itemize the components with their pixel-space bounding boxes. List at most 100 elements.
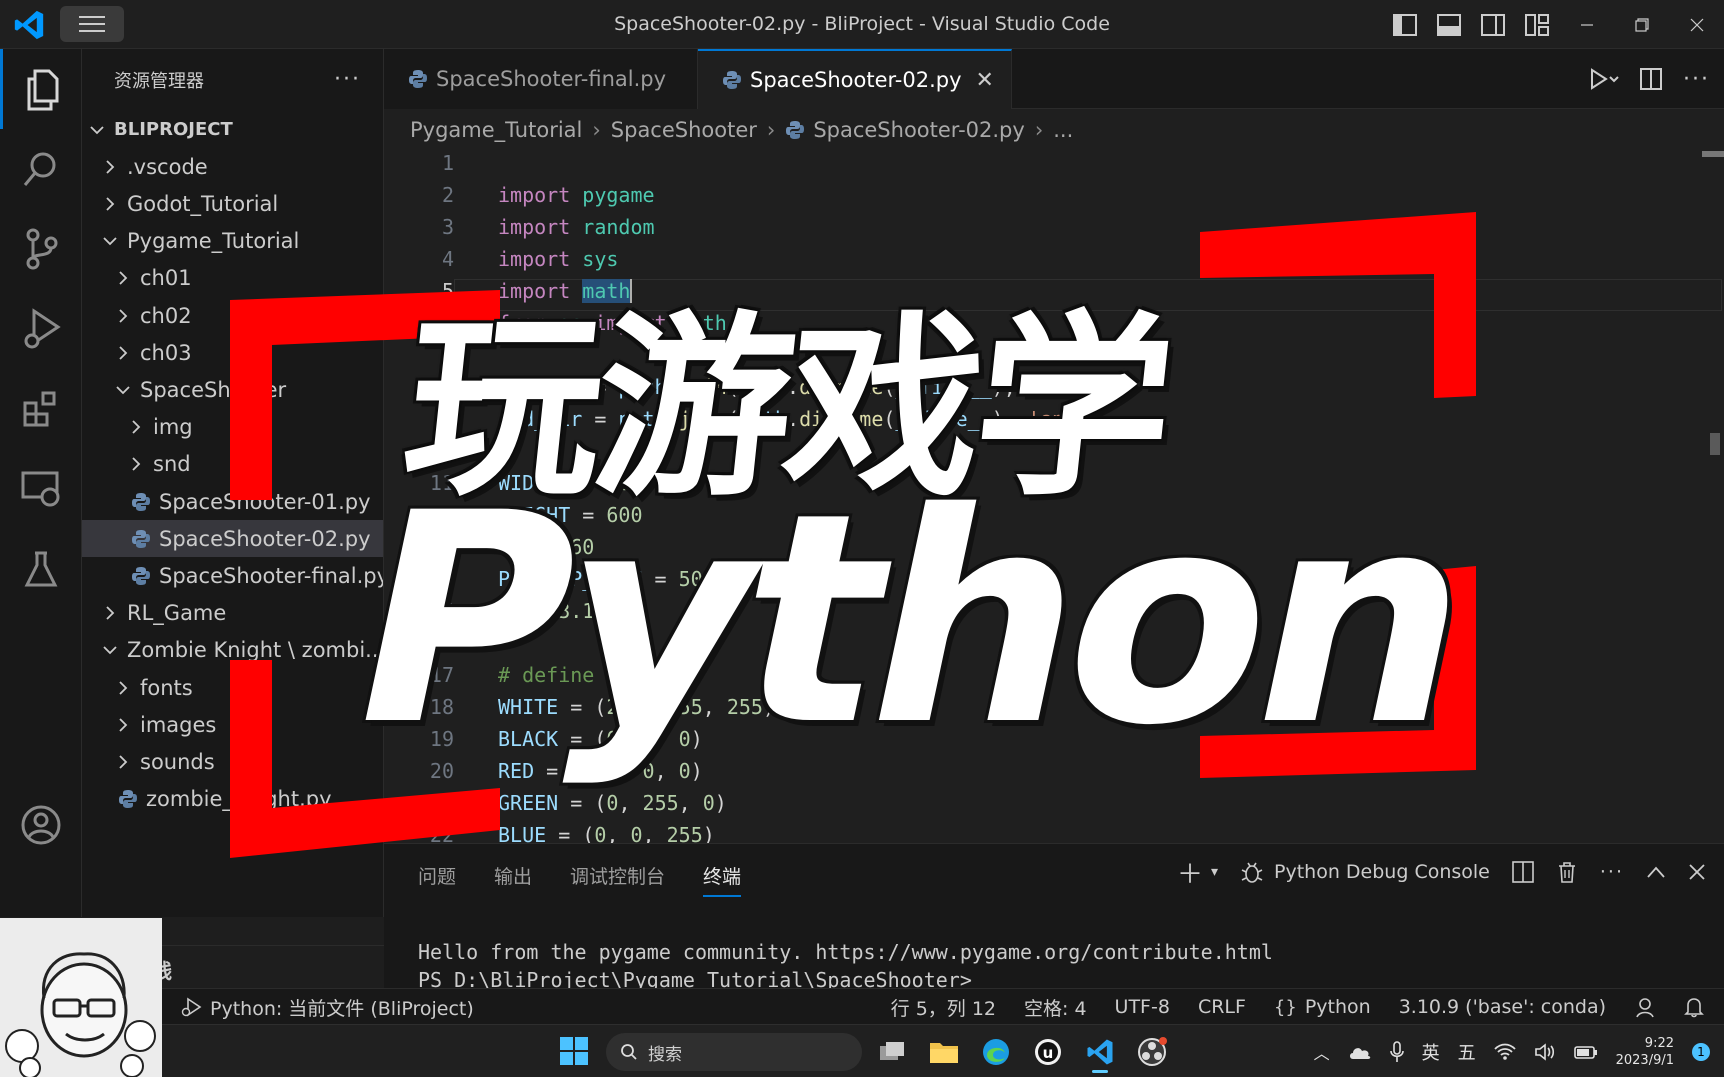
tree-folder-item[interactable]: SpaceShooter — [82, 371, 383, 408]
tree-folder-item[interactable]: .vscode — [82, 148, 383, 185]
tree-item-label: sounds — [140, 749, 215, 774]
minimize-button[interactable] — [1559, 0, 1614, 49]
tree-folder-item[interactable]: ch03 — [82, 334, 383, 371]
windows-start-button[interactable] — [560, 1037, 588, 1065]
explorer-activity[interactable] — [0, 49, 82, 129]
tree-folder-item[interactable]: sounds — [82, 743, 383, 780]
search-placeholder: 搜索 — [648, 1044, 682, 1065]
tree-folder-item[interactable]: fonts — [82, 669, 383, 706]
microphone-icon[interactable] — [1389, 1040, 1404, 1063]
tab-close-icon[interactable]: ✕ — [976, 68, 994, 93]
chevron-up-icon[interactable]: ︿ — [1314, 1040, 1330, 1064]
panel-more-actions-button[interactable]: ··· — [1600, 861, 1624, 883]
braces-icon: {} — [1273, 996, 1297, 1018]
tree-folder-item[interactable]: Pygame_Tutorial — [82, 223, 383, 260]
split-terminal-button[interactable] — [1512, 861, 1534, 883]
toggle-primary-sidebar-button[interactable] — [1383, 0, 1427, 49]
maximize-panel-button[interactable] — [1646, 865, 1666, 879]
terminal-instance-label[interactable]: Python Debug Console — [1274, 861, 1490, 883]
code-line: PI = 3.1415 — [498, 599, 631, 623]
run-python-file-button[interactable] — [1589, 67, 1619, 91]
code-editor[interactable]: 1 2 3 4 5 6 7 8 9 10 11 12 13 14 15 16 17 18 19 20 21 22 impo… — [384, 151, 1724, 843]
toggle-panel-button[interactable] — [1427, 0, 1471, 49]
extensions-activity[interactable] — [0, 369, 82, 449]
taskbar-search[interactable]: 搜索 — [606, 1033, 862, 1071]
python-file-icon — [723, 71, 741, 89]
tab-problems[interactable]: 问题 — [418, 862, 456, 897]
eol-status[interactable]: CRLF — [1198, 996, 1246, 1018]
tree-folder-item[interactable]: RL_Game — [82, 595, 383, 632]
more-actions-button[interactable]: ··· — [334, 67, 361, 92]
close-window-button[interactable] — [1669, 0, 1724, 49]
sidebar-layout-icon — [1393, 13, 1417, 36]
ime-language[interactable]: 英 — [1422, 1039, 1440, 1065]
onedrive-icon[interactable] — [1348, 1044, 1372, 1060]
restore-button[interactable] — [1614, 0, 1669, 49]
ime-mode[interactable]: 五 — [1458, 1039, 1476, 1065]
line-number: 13 — [429, 535, 454, 559]
interpreter-status[interactable]: 3.10.9 ('base': conda) — [1399, 996, 1606, 1018]
debug-bug-icon — [1241, 862, 1263, 883]
tree-folder-item[interactable]: Zombie Knight \ zombi... — [82, 632, 383, 669]
tree-root-item[interactable]: BLIPROJECT — [82, 111, 383, 148]
battery-icon[interactable] — [1573, 1044, 1598, 1060]
obs-app[interactable] — [1132, 1033, 1172, 1071]
new-terminal-button[interactable]: ＋ — [1177, 854, 1203, 891]
editor-more-actions-button[interactable]: ··· — [1683, 67, 1710, 92]
tree-file-item[interactable]: SpaceShooter-01.py — [82, 483, 383, 520]
search-activity[interactable] — [0, 129, 82, 209]
testing-activity[interactable] — [0, 529, 82, 609]
clock-date: 2023/9/1 — [1615, 1052, 1674, 1068]
run-debug-activity[interactable] — [0, 289, 82, 369]
tab-spaceshooter-02[interactable]: SpaceShooter-02.py ✕ — [698, 49, 1012, 109]
encoding-status[interactable]: UTF-8 — [1115, 996, 1170, 1018]
tree-file-item[interactable]: zombie_knight.py — [82, 781, 383, 818]
tree-file-item[interactable]: SpaceShooter-final.py — [82, 557, 384, 594]
task-view-button[interactable] — [872, 1033, 912, 1071]
tree-folder-item[interactable]: ch02 — [82, 297, 383, 334]
remote-explorer-activity[interactable] — [0, 449, 82, 529]
breadcrumb-item[interactable]: SpaceShooter — [611, 118, 757, 142]
breadcrumb-item[interactable]: Pygame_Tutorial — [410, 118, 582, 142]
breadcrumb-item[interactable]: ... — [1053, 118, 1073, 142]
close-panel-button[interactable] — [1688, 863, 1706, 881]
tree-folder-item[interactable]: ch01 — [82, 260, 383, 297]
source-control-activity[interactable] — [0, 209, 82, 289]
tab-terminal[interactable]: 终端 — [703, 862, 742, 897]
unreal-engine-app[interactable]: u — [1028, 1033, 1068, 1071]
chevron-down-icon[interactable]: ▾ — [1211, 864, 1218, 880]
tree-file-item[interactable]: SpaceShooter-02.py — [82, 520, 383, 558]
menu-button[interactable] — [60, 6, 124, 42]
tree-item-label: SpaceShooter-final.py — [159, 563, 384, 588]
language-status[interactable]: {} Python — [1274, 996, 1371, 1018]
tab-spaceshooter-final[interactable]: SpaceShooter-final.py — [384, 49, 698, 109]
tree-folder-item[interactable]: snd — [82, 446, 383, 483]
wifi-icon[interactable] — [1493, 1043, 1516, 1061]
tab-output[interactable]: 输出 — [494, 862, 532, 897]
cursor-position[interactable]: 行 5，列 12 — [891, 994, 996, 1021]
tab-debug-console[interactable]: 调试控制台 — [570, 862, 665, 897]
tree-item-label: ch02 — [140, 303, 192, 328]
file-explorer-app[interactable] — [924, 1033, 964, 1071]
vscode-app[interactable] — [1080, 1033, 1120, 1073]
bell-icon[interactable] — [1684, 996, 1704, 1018]
volume-icon[interactable] — [1534, 1042, 1556, 1061]
notification-badge[interactable]: 1 — [1692, 1042, 1710, 1061]
tree-folder-item[interactable]: Godot_Tutorial — [82, 185, 383, 222]
vscode-logo-icon[interactable] — [12, 8, 46, 42]
accounts-activity[interactable] — [0, 785, 82, 865]
breadcrumb-item[interactable]: SpaceShooter-02.py — [813, 118, 1025, 142]
tree-folder-item[interactable]: img — [82, 409, 383, 446]
feedback-icon[interactable] — [1634, 996, 1656, 1018]
edge-browser-app[interactable] — [976, 1033, 1016, 1071]
toggle-secondary-sidebar-button[interactable] — [1471, 0, 1515, 49]
clock[interactable]: 9:22 2023/9/1 — [1616, 1035, 1674, 1069]
split-editor-button[interactable] — [1639, 67, 1663, 91]
run-config-status[interactable]: Python: 当前文件 (BliProject) — [180, 989, 474, 1025]
indentation-status[interactable]: 空格: 4 — [1024, 994, 1087, 1021]
customize-layout-button[interactable] — [1515, 0, 1559, 49]
line-number: 2 — [441, 183, 454, 207]
editor-scrollbar[interactable] — [1710, 433, 1720, 455]
kill-terminal-button[interactable] — [1556, 860, 1578, 884]
tree-folder-item[interactable]: images — [82, 706, 383, 743]
